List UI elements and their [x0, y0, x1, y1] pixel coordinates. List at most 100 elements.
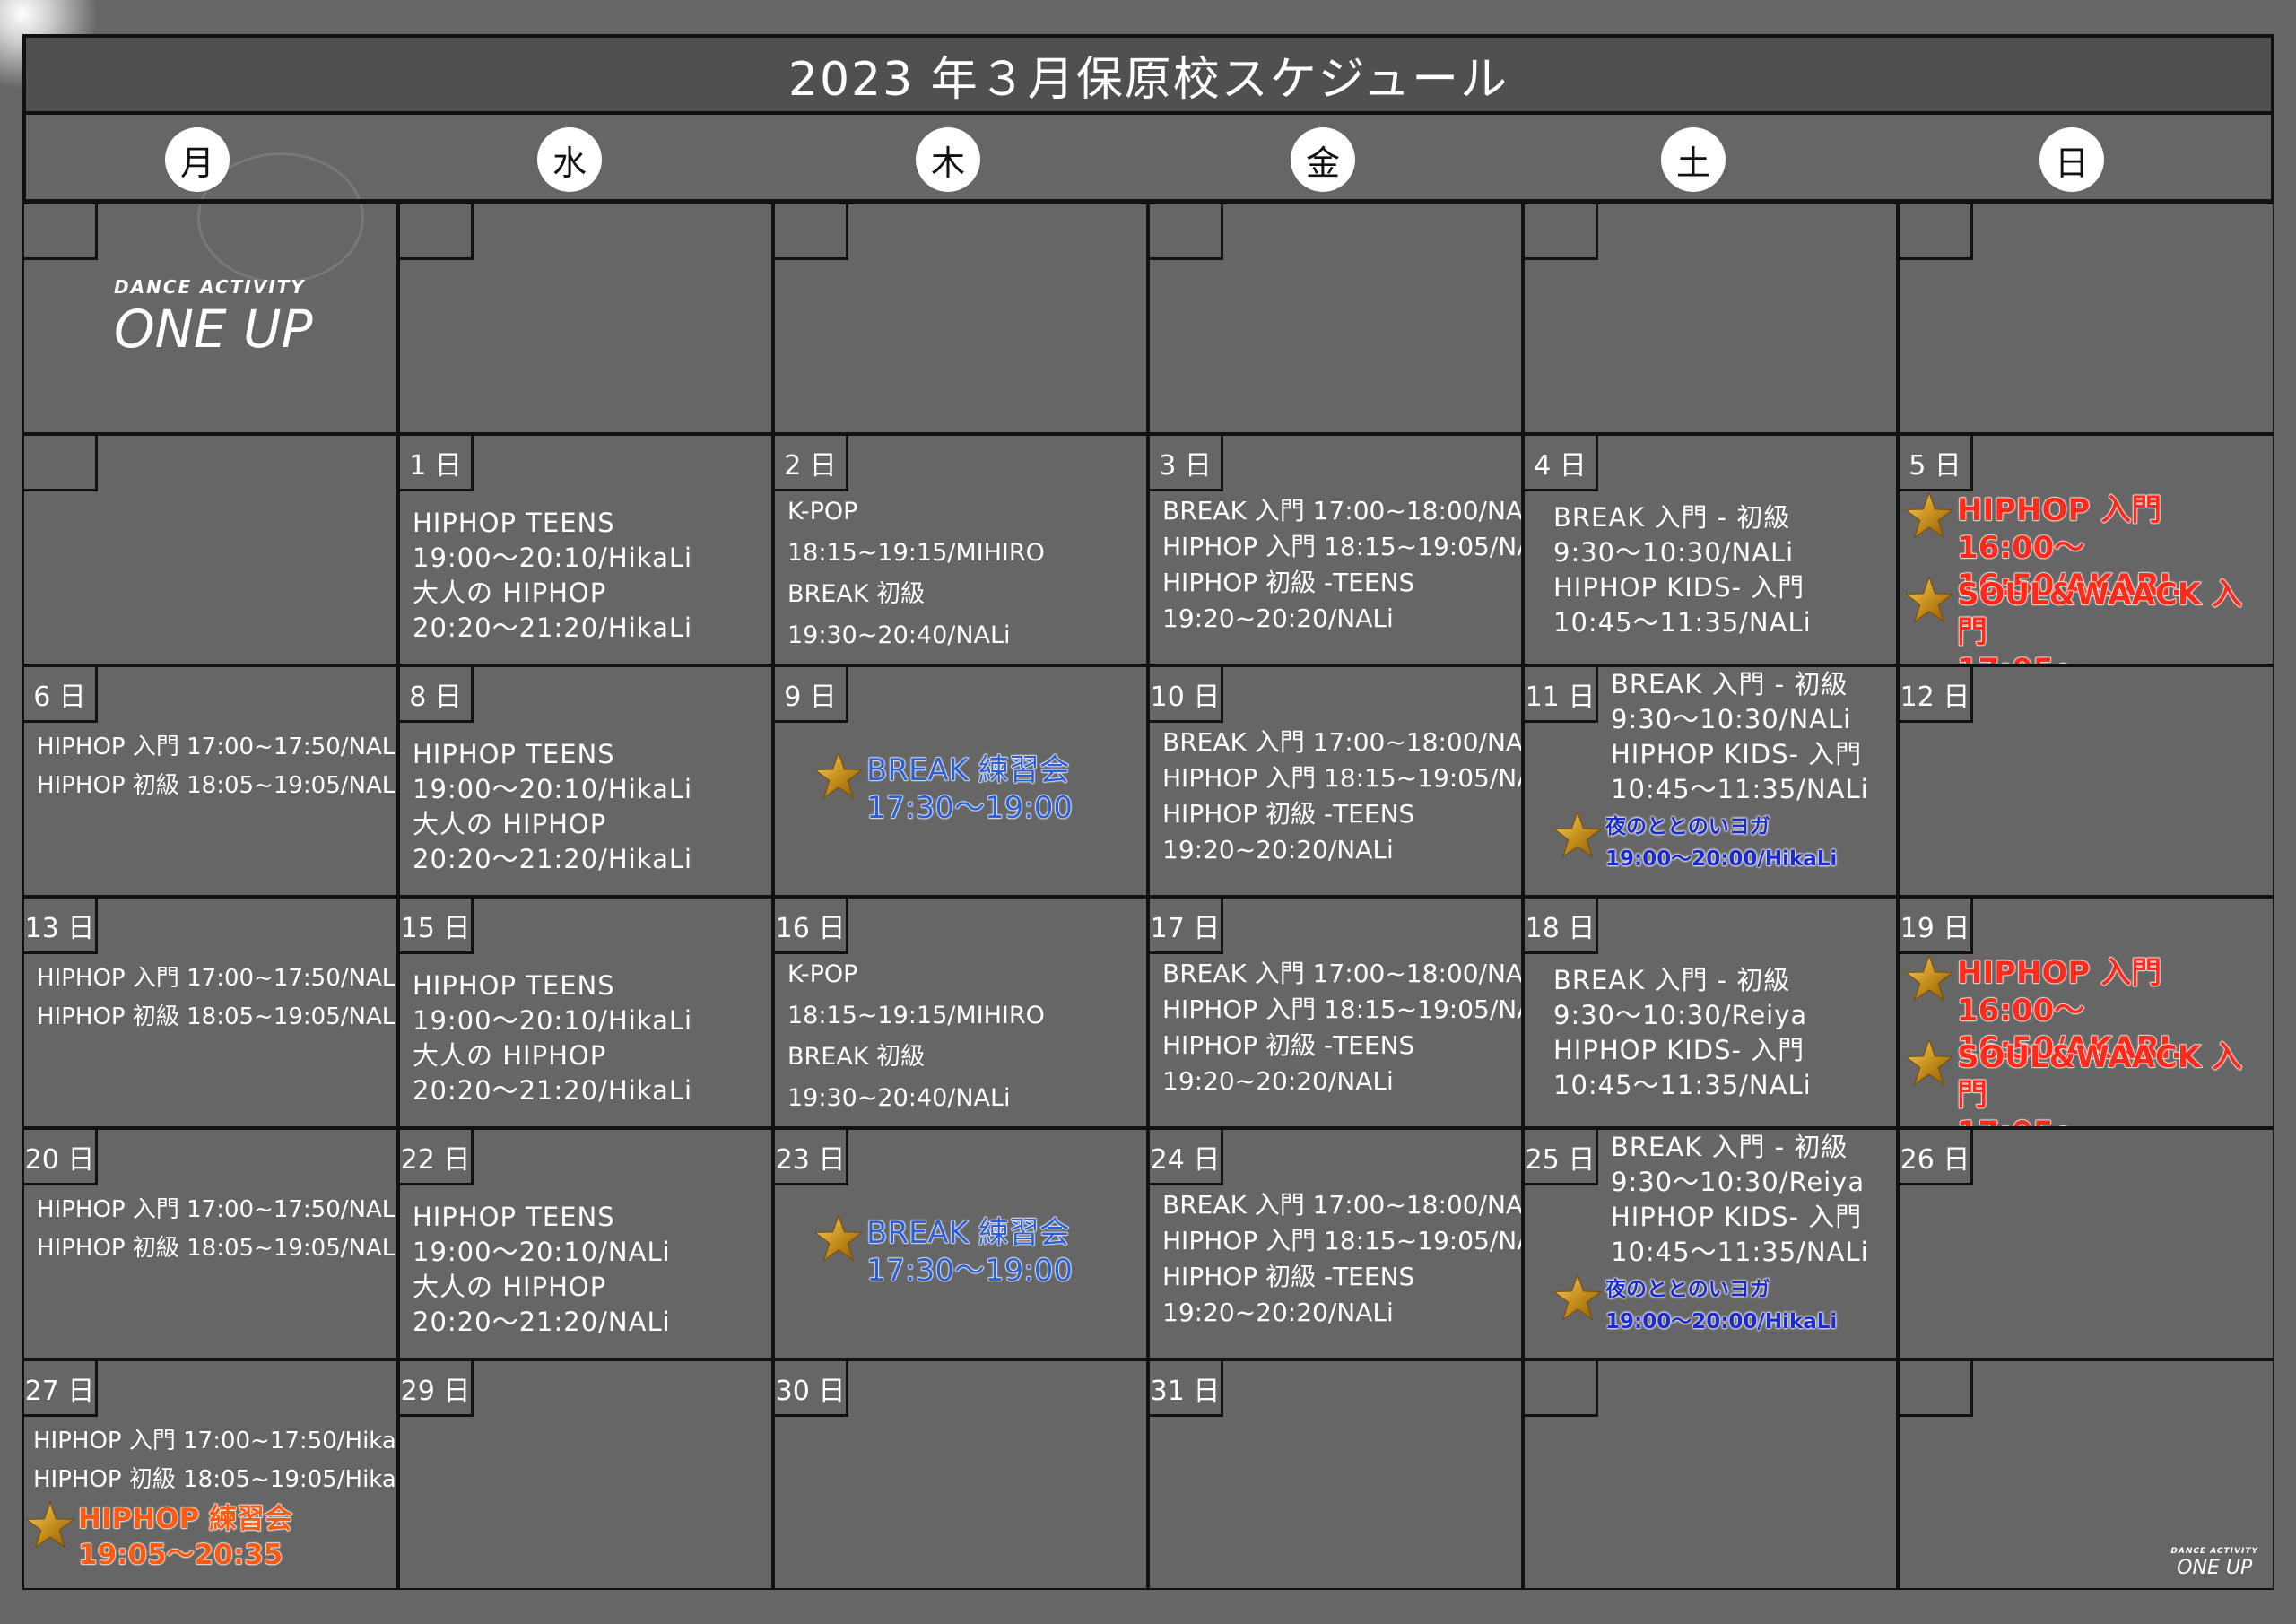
brand-logo: DANCE ACTIVITY ONE UP [114, 276, 313, 360]
class-entry: HIPHOP TEENS [413, 508, 615, 538]
yoga-event: 夜のととのいヨガ 19:00〜20:00/HikaLi [1552, 1272, 1837, 1338]
calendar-cell: 10 日 BREAK 入門 17:00~18:00/NALi HIPHOP 入門 1… [1148, 665, 1523, 897]
star-icon [25, 1500, 75, 1553]
date-label: 25 日 [1525, 1130, 1598, 1185]
event-text: HIPHOP 練習会 19:05〜20:35 [77, 1501, 292, 1573]
class-entry: 19:20~20:20/NALi [1162, 1298, 1394, 1327]
class-entry: 18:15~19:15/MIHIRO [787, 1002, 1045, 1029]
class-entry: HIPHOP 初級 -TEENS [1162, 1262, 1415, 1291]
class-entry: 20:20〜21:20/HikaLi [413, 1075, 693, 1106]
date-label: 17 日 [1150, 899, 1223, 954]
class-entry: 20:20〜21:20/HikaLi [413, 612, 693, 643]
event-text: BREAK 練習会 17:30〜19:00 [866, 751, 1074, 827]
class-entry: HIPHOP 初級 -TEENS [1162, 799, 1415, 829]
class-entry: 20:20〜21:20/NALi [413, 1307, 671, 1337]
date-label: 10 日 [1150, 667, 1223, 723]
class-entry: HIPHOP KIDS- 入門 [1553, 1035, 1805, 1065]
class-entry: 9:30〜10:30/NALi [1611, 704, 1852, 734]
event-time: 17:05〜18:05/AKARI. [1957, 651, 2273, 664]
calendar-cell: 4 日 BREAK 入門 - 初級 9:30〜10:30/NALi HIPHOP KI… [1523, 434, 1898, 665]
class-entry: 大人の HIPHOP [413, 1272, 607, 1302]
class-entry: BREAK 入門 - 初級 [1611, 1132, 1848, 1162]
calendar-cell: 16 日 K-POP 18:15~19:15/MIHIRO BREAK 初級 19:30… [773, 897, 1148, 1128]
class-list: HIPHOP TEENS 19:00〜20:10/NALi 大人の HIPHOP 20… [413, 1200, 766, 1340]
class-entry: HIPHOP 入門 18:15~19:05/NALi [1162, 1226, 1523, 1255]
calendar-cell: 6 日 HIPHOP 入門 17:00~17:50/NALi HIPHOP 初級 1… [22, 665, 398, 897]
class-entry: 19:00〜20:10/HikaLi [413, 1005, 693, 1036]
calendar-cell: 3 日 BREAK 入門 17:00~18:00/NALi HIPHOP 入門 18… [1148, 434, 1523, 665]
calendar-cell [398, 203, 773, 434]
class-entry: BREAK 入門 17:00~18:00/NALi [1162, 1190, 1523, 1220]
class-entry: 19:00〜20:10/HikaLi [413, 543, 693, 573]
date-label: 12 日 [1900, 667, 1973, 723]
event-title: HIPHOP 入門 [1957, 955, 2162, 992]
calendar-cell: 22 日 HIPHOP TEENS 19:00〜20:10/NALi 大人の HIPH… [398, 1128, 773, 1359]
calendar-cell: 8 日 HIPHOP TEENS 19:00〜20:10/HikaLi 大人の HIP… [398, 665, 773, 897]
date-label [24, 204, 98, 260]
class-list: HIPHOP 入門 17:00~17:50/NALi HIPHOP 初級 18:0… [37, 960, 398, 1037]
date-label [775, 204, 848, 260]
class-entry: HIPHOP 初級 18:05~19:05/NALi [37, 772, 398, 799]
event-title: SOUL&WAACK 入門 [1957, 577, 2243, 651]
date-label: 3 日 [1150, 436, 1223, 491]
weekday-fri: 金 [1291, 127, 1355, 192]
class-list: BREAK 入門 17:00~18:00/NALi HIPHOP 入門 18:15… [1162, 956, 1523, 1099]
date-label: 18 日 [1525, 899, 1598, 954]
event-text: SOUL&WAACK 入門17:05〜18:05/AKARI. [1957, 1038, 2273, 1127]
event-time: 19:05〜20:35 [77, 1539, 283, 1572]
date-label [1525, 204, 1598, 260]
calendar-cell: 13 日 HIPHOP 入門 17:00~17:50/NALi HIPHOP 初級 … [22, 897, 398, 1128]
date-label: 27 日 [24, 1361, 98, 1417]
calendar-cell [1898, 203, 2274, 434]
event-time: 19:00〜20:00/HikaLi [1605, 847, 1838, 871]
class-entry: BREAK 入門 - 初級 [1553, 502, 1791, 533]
calendar-cell: 23 日 BREAK 練習会 17:30〜19:00 [773, 1128, 1148, 1359]
weekday-wed: 水 [537, 127, 602, 192]
class-list: BREAK 入門 - 初級 9:30〜10:30/NALi HIPHOP KIDS-… [1553, 500, 1891, 640]
practice-event: BREAK 練習会 17:30〜19:00 [813, 751, 1074, 827]
calendar-cell: 19 日 HIPHOP 入門 16:00〜16:50/AKARI. SOUL&WAAC… [1898, 897, 2274, 1128]
date-label [1900, 1361, 1973, 1417]
class-list: HIPHOP 入門 17:00~17:50/HikaLi HIPHOP 初級 18… [33, 1422, 396, 1499]
class-entry: HIPHOP TEENS [413, 970, 615, 1001]
class-list: BREAK 入門 - 初級 9:30〜10:30/Reiya HIPHOP KIDS… [1553, 963, 1891, 1103]
class-entry: 9:30〜10:30/Reiya [1611, 1167, 1866, 1197]
class-entry: BREAK 入門 - 初級 [1611, 669, 1848, 699]
class-entry: HIPHOP 初級 18:05~19:05/NALi [37, 1235, 398, 1262]
class-entry: 10:45〜11:35/NALi [1553, 1070, 1812, 1100]
calendar-cell [1523, 1359, 1898, 1590]
special-event: SOUL&WAACK 入門17:05〜18:05/AKARI. [1904, 575, 2273, 664]
logo-tagline: DANCE ACTIVITY [114, 276, 306, 298]
calendar-cell: 27 日 HIPHOP 入門 17:00~17:50/HikaLi HIPHOP 初… [22, 1359, 398, 1590]
page-title: 2023 年３月保原校スケジュール [787, 52, 1509, 107]
date-label [1900, 204, 1973, 260]
class-entry: 19:20~20:20/NALi [1162, 835, 1394, 864]
calendar-cell: 26 日 [1898, 1128, 2274, 1359]
class-list: BREAK 入門 17:00~18:00/NALi HIPHOP 入門 18:15… [1162, 725, 1521, 868]
class-entry: 20:20〜21:20/HikaLi [413, 844, 693, 874]
class-entry: 9:30〜10:30/Reiya [1553, 1000, 1808, 1030]
date-label [1525, 1361, 1598, 1417]
class-entry: HIPHOP 入門 18:15~19:05/NALi [1162, 994, 1523, 1024]
class-entry: HIPHOP 初級 18:05~19:05/NALi [37, 1003, 398, 1030]
date-label [400, 204, 474, 260]
class-entry: K-POP [787, 960, 858, 988]
practice-event: BREAK 練習会 17:30〜19:00 [813, 1213, 1073, 1290]
class-entry: 10:45〜11:35/NALi [1553, 607, 1812, 638]
weekday-header-row: 月 水 木 金 土 日 [22, 115, 2274, 203]
brand-logo-small: DANCE ACTIVITY ONE UP [2170, 1547, 2258, 1581]
weekday-sun: 日 [2039, 127, 2104, 192]
date-label: 31 日 [1150, 1361, 1223, 1417]
class-list: BREAK 入門 17:00~18:00/NALi HIPHOP 入門 18:15… [1162, 1187, 1523, 1331]
event-title: HIPHOP 入門 [1957, 492, 2162, 529]
logo-tagline: DANCE ACTIVITY [2170, 1547, 2258, 1556]
date-label: 8 日 [400, 667, 474, 723]
calendar-cell: 30 日 [773, 1359, 1148, 1590]
date-label: 26 日 [1900, 1130, 1973, 1185]
event-text: SOUL&WAACK 入門17:05〜18:05/AKARI. [1957, 576, 2273, 664]
calendar-cell: DANCE ACTIVITY ONE UP [1898, 1359, 2274, 1590]
star-icon [813, 751, 864, 803]
calendar-cell [773, 203, 1148, 434]
class-list: K-POP 18:15~19:15/MIHIRO BREAK 初級 19:30~20:… [787, 954, 1141, 1119]
class-entry: 19:00〜20:10/NALi [413, 1237, 671, 1267]
